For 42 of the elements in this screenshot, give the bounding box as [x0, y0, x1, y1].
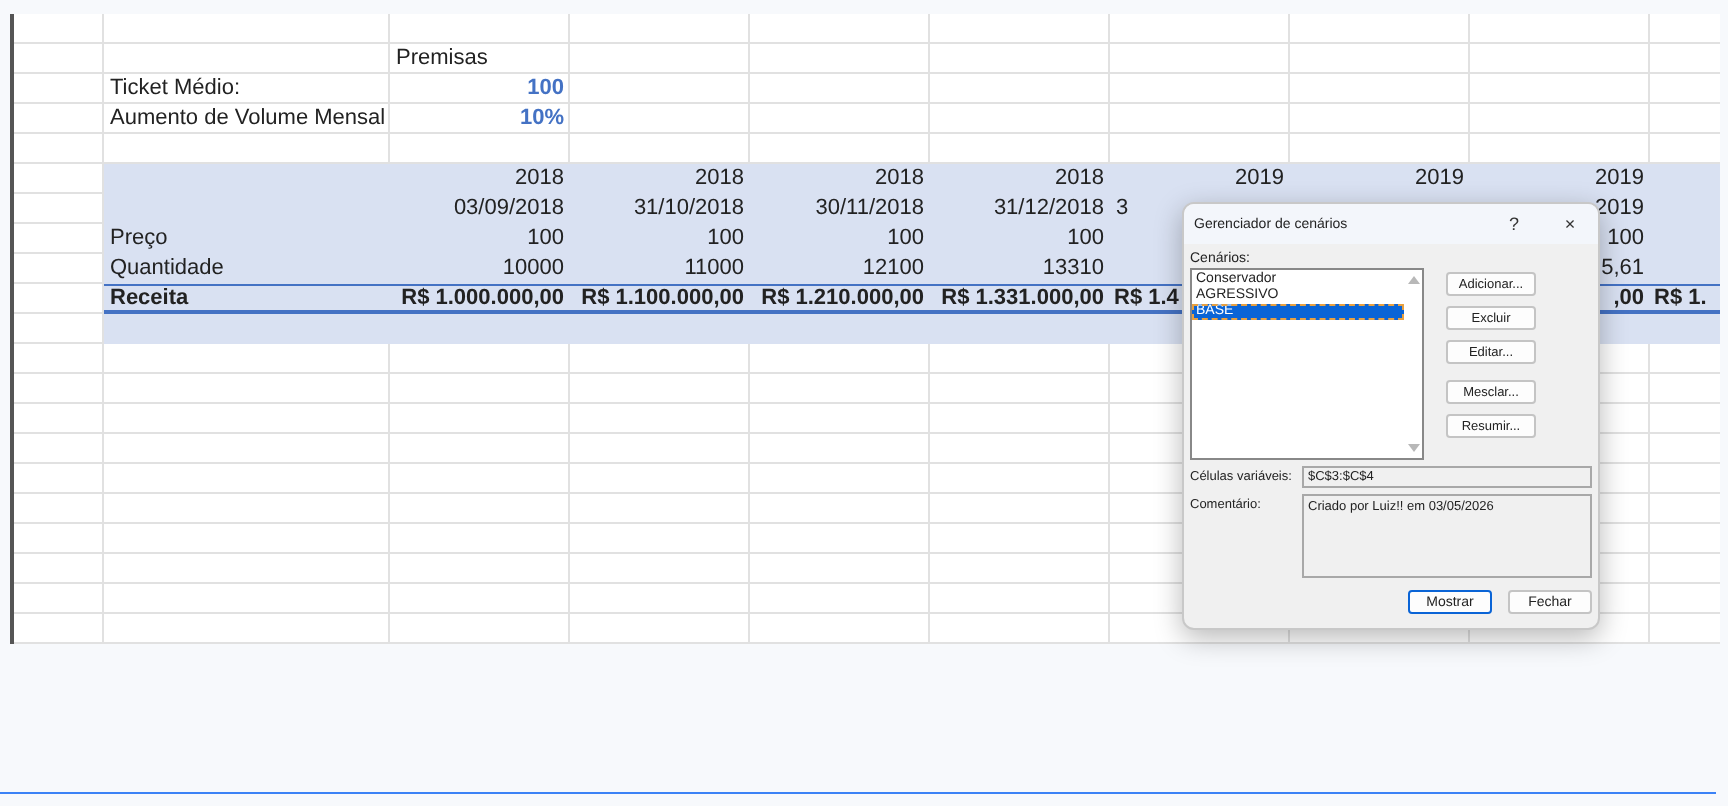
table-cell: 31/12/2018 — [993, 196, 1104, 220]
table-cell: 100 — [527, 226, 564, 250]
table-cell: 3 — [1116, 196, 1129, 220]
table-cell-text: 10% — [517, 104, 566, 133]
table-cell: 2018 — [875, 166, 924, 190]
table-cell: 10000 — [502, 256, 564, 280]
table-cell-text: Ticket Médio: — [108, 74, 243, 103]
table-cell-text: Quantidade — [108, 254, 226, 284]
table-cell: R$ 1.100.000,00 — [581, 286, 744, 310]
table-cell: R$ 1.000.000,00 — [401, 286, 564, 310]
table-cell: R$ 1.210.000,00 — [761, 286, 924, 310]
table-cell: 5,61 — [1601, 256, 1644, 280]
table-cell: R$ 1. — [1654, 286, 1707, 310]
table-cell: 2018 — [515, 166, 564, 190]
table-cell: 13310 — [1042, 256, 1104, 280]
table-cell: 2019 — [1595, 196, 1644, 220]
help-button[interactable]: ? — [1486, 214, 1542, 234]
table-cell: 100 — [1067, 226, 1104, 250]
table-cell: 100 — [887, 226, 924, 250]
table-cell: 2019 — [1415, 166, 1464, 190]
table-cell: 2019 — [1235, 166, 1284, 190]
scroll-down-icon[interactable] — [1407, 444, 1419, 452]
table-cell: ,00 — [1613, 286, 1644, 310]
table-cell-text: Preço — [108, 224, 170, 254]
table-cell-text: 100 — [525, 74, 566, 103]
table-cell: 2018 — [695, 166, 744, 190]
table-cell: 11000 — [684, 256, 744, 280]
close-button[interactable]: × — [1542, 214, 1598, 234]
table-cell: R$ 1.331.000,00 — [941, 286, 1104, 310]
table-cell: 100 — [707, 226, 744, 250]
table-cell: 30/11/2018 — [815, 196, 924, 220]
table-cell: 12100 — [862, 256, 924, 280]
table-cell: 2019 — [1595, 166, 1644, 190]
table-cell-text: Receita — [108, 284, 191, 314]
scroll-up-icon[interactable] — [1407, 276, 1419, 284]
table-cell: 03/09/2018 — [453, 196, 564, 220]
table-cell-text: Aumento de Volume Mensal — [108, 104, 388, 133]
table-cell: 2018 — [1055, 166, 1104, 190]
table-cell: 31/10/2018 — [633, 196, 744, 220]
table-cell: 100 — [1607, 226, 1644, 250]
table-cell: R$ 1.4 — [1114, 286, 1179, 310]
section-title: Premisas — [396, 46, 488, 70]
